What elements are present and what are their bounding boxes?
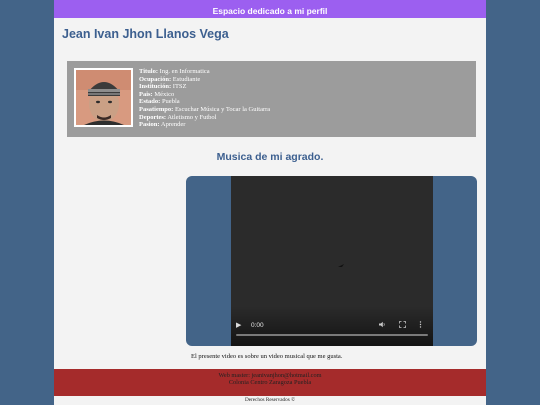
music-section-title: Musica de mi agrado. bbox=[216, 151, 324, 163]
info-row-pasion: Pasion: Aprender bbox=[139, 121, 186, 129]
play-icon[interactable]: ▶ bbox=[236, 321, 244, 330]
profile-card: Titulo: Ing. en Informatica Ocupación: E… bbox=[67, 61, 476, 137]
video-player[interactable]: ▶ 0:00 bbox=[231, 176, 433, 346]
volume-icon[interactable] bbox=[379, 321, 386, 331]
video-frame: ▶ 0:00 bbox=[186, 176, 477, 346]
video-caption: El presente video es sobre un video musi… bbox=[191, 353, 343, 360]
loading-spinner-icon bbox=[338, 264, 344, 267]
header-title: Espacio dedicado a mi perfil bbox=[212, 6, 328, 16]
header-bar: Espacio dedicado a mi perfil bbox=[54, 0, 486, 18]
avatar-photo bbox=[76, 70, 131, 125]
fullscreen-icon[interactable] bbox=[399, 321, 406, 331]
profile-info: Titulo: Ing. en Informatica Ocupación: E… bbox=[139, 68, 469, 129]
more-options-icon[interactable] bbox=[419, 321, 422, 331]
footer: Web master: jeanivanjhon@hotmail.com Col… bbox=[54, 369, 486, 396]
footer-webmaster: Web master: jeanivanjhon@hotmail.com bbox=[218, 372, 322, 379]
info-row-institucion: Institución: ITSZ bbox=[139, 83, 187, 91]
video-time: 0:00 bbox=[251, 322, 264, 329]
page-container: Espacio dedicado a mi perfil Jean Ivan J… bbox=[54, 0, 486, 405]
info-row-ocupacion: Ocupación: Estudiante bbox=[139, 75, 201, 83]
info-row-titulo: Titulo: Ing. en Informatica bbox=[139, 68, 210, 75]
profile-name: Jean Ivan Jhon Llanos Vega bbox=[62, 27, 229, 41]
info-row-estado: Estado: Puebla bbox=[139, 98, 180, 106]
video-progress-bar[interactable] bbox=[236, 334, 428, 336]
footer-address: Colonia Centro Zaragoza Puebla bbox=[228, 379, 312, 386]
info-row-pais: Pais: México bbox=[139, 90, 175, 98]
info-row-pasatiempo: Pasatiempo: Escuchar Música y Tocar la G… bbox=[139, 105, 271, 113]
info-row-deportes: Deportes: Atletismo y Futbol bbox=[139, 113, 217, 121]
copyright: Derechos Reservados © bbox=[244, 397, 296, 403]
avatar bbox=[74, 68, 133, 127]
